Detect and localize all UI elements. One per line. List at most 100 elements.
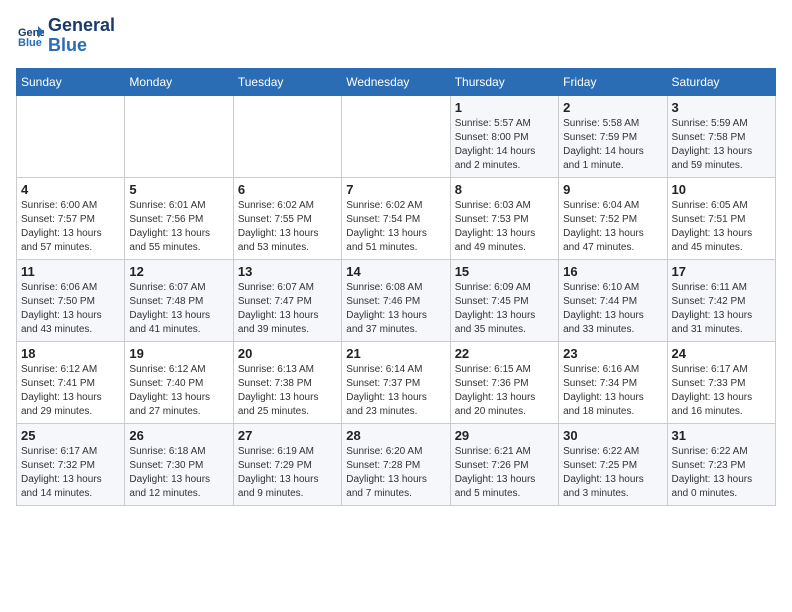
weekday-header-wednesday: Wednesday (342, 68, 450, 95)
calendar-cell: 22 Sunrise: 6:15 AM Sunset: 7:36 PM Dayli… (450, 341, 558, 423)
cell-info: Sunrise: 6:17 AM Sunset: 7:32 PM Dayligh… (21, 445, 120, 501)
cell-info: Sunrise: 6:10 AM Sunset: 7:44 PM Dayligh… (563, 281, 662, 337)
calendar-cell: 8 Sunrise: 6:03 AM Sunset: 7:53 PM Daylig… (450, 177, 558, 259)
cell-info: Sunrise: 5:58 AM Sunset: 7:59 PM Dayligh… (563, 117, 662, 173)
day-number: 28 (346, 428, 445, 443)
week-row-3: 11 Sunrise: 6:06 AM Sunset: 7:50 PM Dayli… (17, 259, 776, 341)
svg-text:Blue: Blue (18, 37, 42, 49)
calendar-cell: 20Sunrise: 6:13 AM Sunset: 7:38 PM Dayli… (233, 341, 341, 423)
cell-info: Sunrise: 6:02 AM Sunset: 7:54 PM Dayligh… (346, 199, 445, 255)
calendar-cell: 13 Sunrise: 6:07 AM Sunset: 7:47 PM Dayli… (233, 259, 341, 341)
weekday-header-thursday: Thursday (450, 68, 558, 95)
cell-info: Sunrise: 6:20 AM Sunset: 7:28 PM Dayligh… (346, 445, 445, 501)
weekday-header-row: SundayMondayTuesdayWednesdayThursdayFrid… (17, 68, 776, 95)
calendar-cell: 4 Sunrise: 6:00 AM Sunset: 7:57 PM Daylig… (17, 177, 125, 259)
cell-info: Sunrise: 6:12 AM Sunset: 7:41 PM Dayligh… (21, 363, 120, 419)
calendar-cell: 14 Sunrise: 6:08 AM Sunset: 7:46 PM Dayli… (342, 259, 450, 341)
calendar-cell: 12 Sunrise: 6:07 AM Sunset: 7:48 PM Dayli… (125, 259, 233, 341)
calendar-cell: 24 Sunrise: 6:17 AM Sunset: 7:33 PM Dayli… (667, 341, 775, 423)
calendar-cell: 2 Sunrise: 5:58 AM Sunset: 7:59 PM Daylig… (559, 95, 667, 177)
day-number: 5 (129, 182, 228, 197)
day-number: 29 (455, 428, 554, 443)
day-number: 10 (672, 182, 771, 197)
week-row-4: 18Sunrise: 6:12 AM Sunset: 7:41 PM Dayli… (17, 341, 776, 423)
calendar-cell: 26Sunrise: 6:18 AM Sunset: 7:30 PM Dayli… (125, 423, 233, 505)
cell-info: Sunrise: 6:14 AM Sunset: 7:37 PM Dayligh… (346, 363, 445, 419)
cell-info: Sunrise: 6:02 AM Sunset: 7:55 PM Dayligh… (238, 199, 337, 255)
day-number: 13 (238, 264, 337, 279)
cell-info: Sunrise: 6:12 AM Sunset: 7:40 PM Dayligh… (129, 363, 228, 419)
day-number: 17 (672, 264, 771, 279)
cell-info: Sunrise: 6:08 AM Sunset: 7:46 PM Dayligh… (346, 281, 445, 337)
cell-info: Sunrise: 6:22 AM Sunset: 7:25 PM Dayligh… (563, 445, 662, 501)
calendar-cell: 15 Sunrise: 6:09 AM Sunset: 7:45 PM Dayli… (450, 259, 558, 341)
day-number: 14 (346, 264, 445, 279)
cell-info: Sunrise: 6:03 AM Sunset: 7:53 PM Dayligh… (455, 199, 554, 255)
calendar-cell: 21 Sunrise: 6:14 AM Sunset: 7:37 PM Dayli… (342, 341, 450, 423)
day-number: 22 (455, 346, 554, 361)
cell-info: Sunrise: 5:57 AM Sunset: 8:00 PM Dayligh… (455, 117, 554, 173)
calendar-cell: 19 Sunrise: 6:12 AM Sunset: 7:40 PM Dayli… (125, 341, 233, 423)
day-number: 23 (563, 346, 662, 361)
calendar-cell (125, 95, 233, 177)
cell-info: Sunrise: 6:07 AM Sunset: 7:48 PM Dayligh… (129, 281, 228, 337)
day-number: 31 (672, 428, 771, 443)
weekday-header-monday: Monday (125, 68, 233, 95)
calendar-table: SundayMondayTuesdayWednesdayThursdayFrid… (16, 68, 776, 506)
day-number: 9 (563, 182, 662, 197)
calendar-cell: 25 Sunrise: 6:17 AM Sunset: 7:32 PM Dayli… (17, 423, 125, 505)
logo-icon: General Blue (16, 22, 44, 50)
cell-info: Sunrise: 6:19 AM Sunset: 7:29 PM Dayligh… (238, 445, 337, 501)
weekday-header-saturday: Saturday (667, 68, 775, 95)
calendar-cell: 11 Sunrise: 6:06 AM Sunset: 7:50 PM Dayli… (17, 259, 125, 341)
day-number: 2 (563, 100, 662, 115)
day-number: 1 (455, 100, 554, 115)
cell-info: Sunrise: 6:11 AM Sunset: 7:42 PM Dayligh… (672, 281, 771, 337)
day-number: 4 (21, 182, 120, 197)
calendar-cell: 1 Sunrise: 5:57 AM Sunset: 8:00 PM Daylig… (450, 95, 558, 177)
calendar-cell: 31 Sunrise: 6:22 AM Sunset: 7:23 PM Dayli… (667, 423, 775, 505)
page-header: General Blue General Blue (16, 16, 776, 56)
day-number: 24 (672, 346, 771, 361)
week-row-5: 25 Sunrise: 6:17 AM Sunset: 7:32 PM Dayli… (17, 423, 776, 505)
cell-info: Sunrise: 6:09 AM Sunset: 7:45 PM Dayligh… (455, 281, 554, 337)
day-number: 15 (455, 264, 554, 279)
cell-info: Sunrise: 6:01 AM Sunset: 7:56 PM Dayligh… (129, 199, 228, 255)
day-number: 3 (672, 100, 771, 115)
cell-info: Sunrise: 6:07 AM Sunset: 7:47 PM Dayligh… (238, 281, 337, 337)
calendar-cell: 30 Sunrise: 6:22 AM Sunset: 7:25 PM Dayli… (559, 423, 667, 505)
cell-info: Sunrise: 6:15 AM Sunset: 7:36 PM Dayligh… (455, 363, 554, 419)
cell-info: Sunrise: 6:22 AM Sunset: 7:23 PM Dayligh… (672, 445, 771, 501)
day-number: 30 (563, 428, 662, 443)
calendar-cell: 29 Sunrise: 6:21 AM Sunset: 7:26 PM Dayli… (450, 423, 558, 505)
cell-info: Sunrise: 6:21 AM Sunset: 7:26 PM Dayligh… (455, 445, 554, 501)
calendar-cell: 18Sunrise: 6:12 AM Sunset: 7:41 PM Dayli… (17, 341, 125, 423)
day-number: 6 (238, 182, 337, 197)
logo-general: General (48, 16, 115, 36)
calendar-cell (233, 95, 341, 177)
weekday-header-sunday: Sunday (17, 68, 125, 95)
calendar-cell: 10 Sunrise: 6:05 AM Sunset: 7:51 PM Dayli… (667, 177, 775, 259)
cell-info: Sunrise: 6:06 AM Sunset: 7:50 PM Dayligh… (21, 281, 120, 337)
week-row-1: 1 Sunrise: 5:57 AM Sunset: 8:00 PM Daylig… (17, 95, 776, 177)
cell-info: Sunrise: 6:16 AM Sunset: 7:34 PM Dayligh… (563, 363, 662, 419)
cell-info: Sunrise: 6:00 AM Sunset: 7:57 PM Dayligh… (21, 199, 120, 255)
calendar-cell: 9Sunrise: 6:04 AM Sunset: 7:52 PM Daylig… (559, 177, 667, 259)
calendar-cell: 27Sunrise: 6:19 AM Sunset: 7:29 PM Dayli… (233, 423, 341, 505)
calendar-cell: 23 Sunrise: 6:16 AM Sunset: 7:34 PM Dayli… (559, 341, 667, 423)
calendar-cell (342, 95, 450, 177)
day-number: 25 (21, 428, 120, 443)
day-number: 11 (21, 264, 120, 279)
day-number: 12 (129, 264, 228, 279)
cell-info: Sunrise: 6:13 AM Sunset: 7:38 PM Dayligh… (238, 363, 337, 419)
day-number: 16 (563, 264, 662, 279)
cell-info: Sunrise: 6:05 AM Sunset: 7:51 PM Dayligh… (672, 199, 771, 255)
calendar-cell (17, 95, 125, 177)
day-number: 19 (129, 346, 228, 361)
calendar-cell: 3Sunrise: 5:59 AM Sunset: 7:58 PM Daylig… (667, 95, 775, 177)
cell-info: Sunrise: 6:17 AM Sunset: 7:33 PM Dayligh… (672, 363, 771, 419)
calendar-cell: 5 Sunrise: 6:01 AM Sunset: 7:56 PM Daylig… (125, 177, 233, 259)
day-number: 8 (455, 182, 554, 197)
day-number: 21 (346, 346, 445, 361)
calendar-cell: 28 Sunrise: 6:20 AM Sunset: 7:28 PM Dayli… (342, 423, 450, 505)
